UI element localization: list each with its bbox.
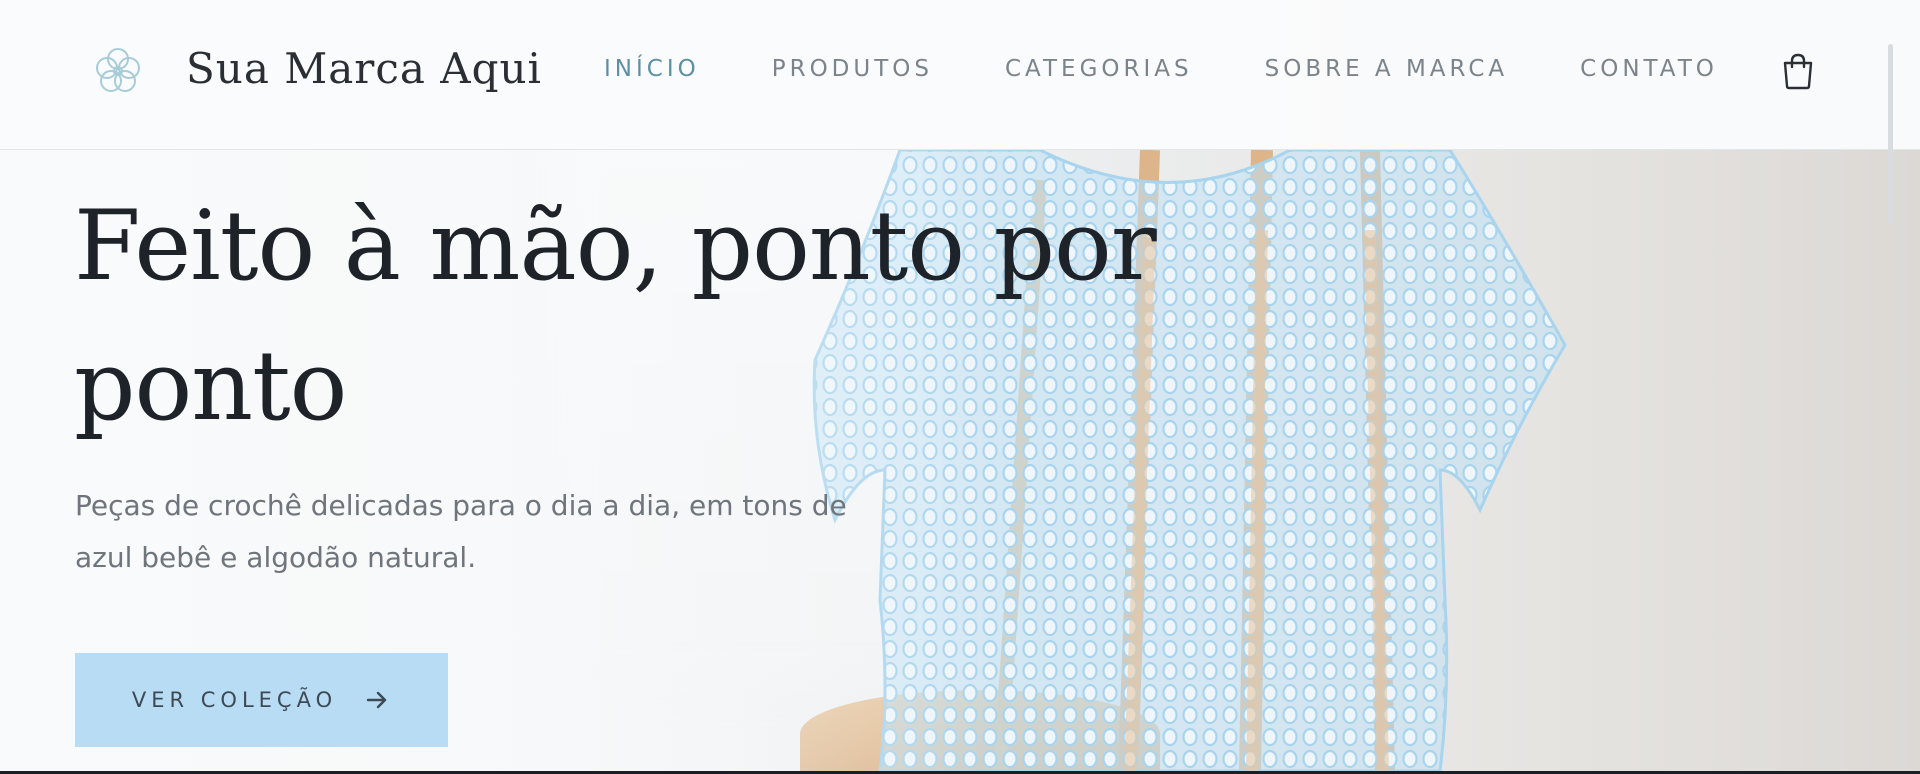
nav-item-sobre-a-marca[interactable]: SOBRE A MARCA [1265, 56, 1509, 82]
ver-colecao-button[interactable]: VER COLEÇÃO [75, 653, 448, 747]
cta-label: VER COLEÇÃO [131, 688, 338, 712]
hero-subtitle: Peças de crochê delicadas para o dia a d… [75, 489, 847, 574]
nav-item-contato[interactable]: CONTATO [1580, 56, 1718, 82]
arrow-right-icon [366, 691, 387, 709]
hero-title: Feito à mão, ponto por ponto [74, 190, 1157, 442]
shopping-bag-icon[interactable] [1780, 52, 1816, 90]
nav-item-inicio[interactable]: INÍCIO [604, 56, 700, 82]
scrollbar-thumb[interactable] [1888, 44, 1893, 224]
flower-icon[interactable] [92, 44, 144, 96]
brand-name[interactable]: Sua Marca Aqui [186, 44, 542, 93]
main-nav: INÍCIO PRODUTOS CATEGORIAS SOBRE A MARCA… [604, 56, 1790, 82]
nav-item-categorias[interactable]: CATEGORIAS [1005, 56, 1193, 82]
nav-item-produtos[interactable]: PRODUTOS [772, 56, 933, 82]
site-header: Sua Marca Aqui INÍCIO PRODUTOS CATEGORIA… [0, 0, 1920, 150]
